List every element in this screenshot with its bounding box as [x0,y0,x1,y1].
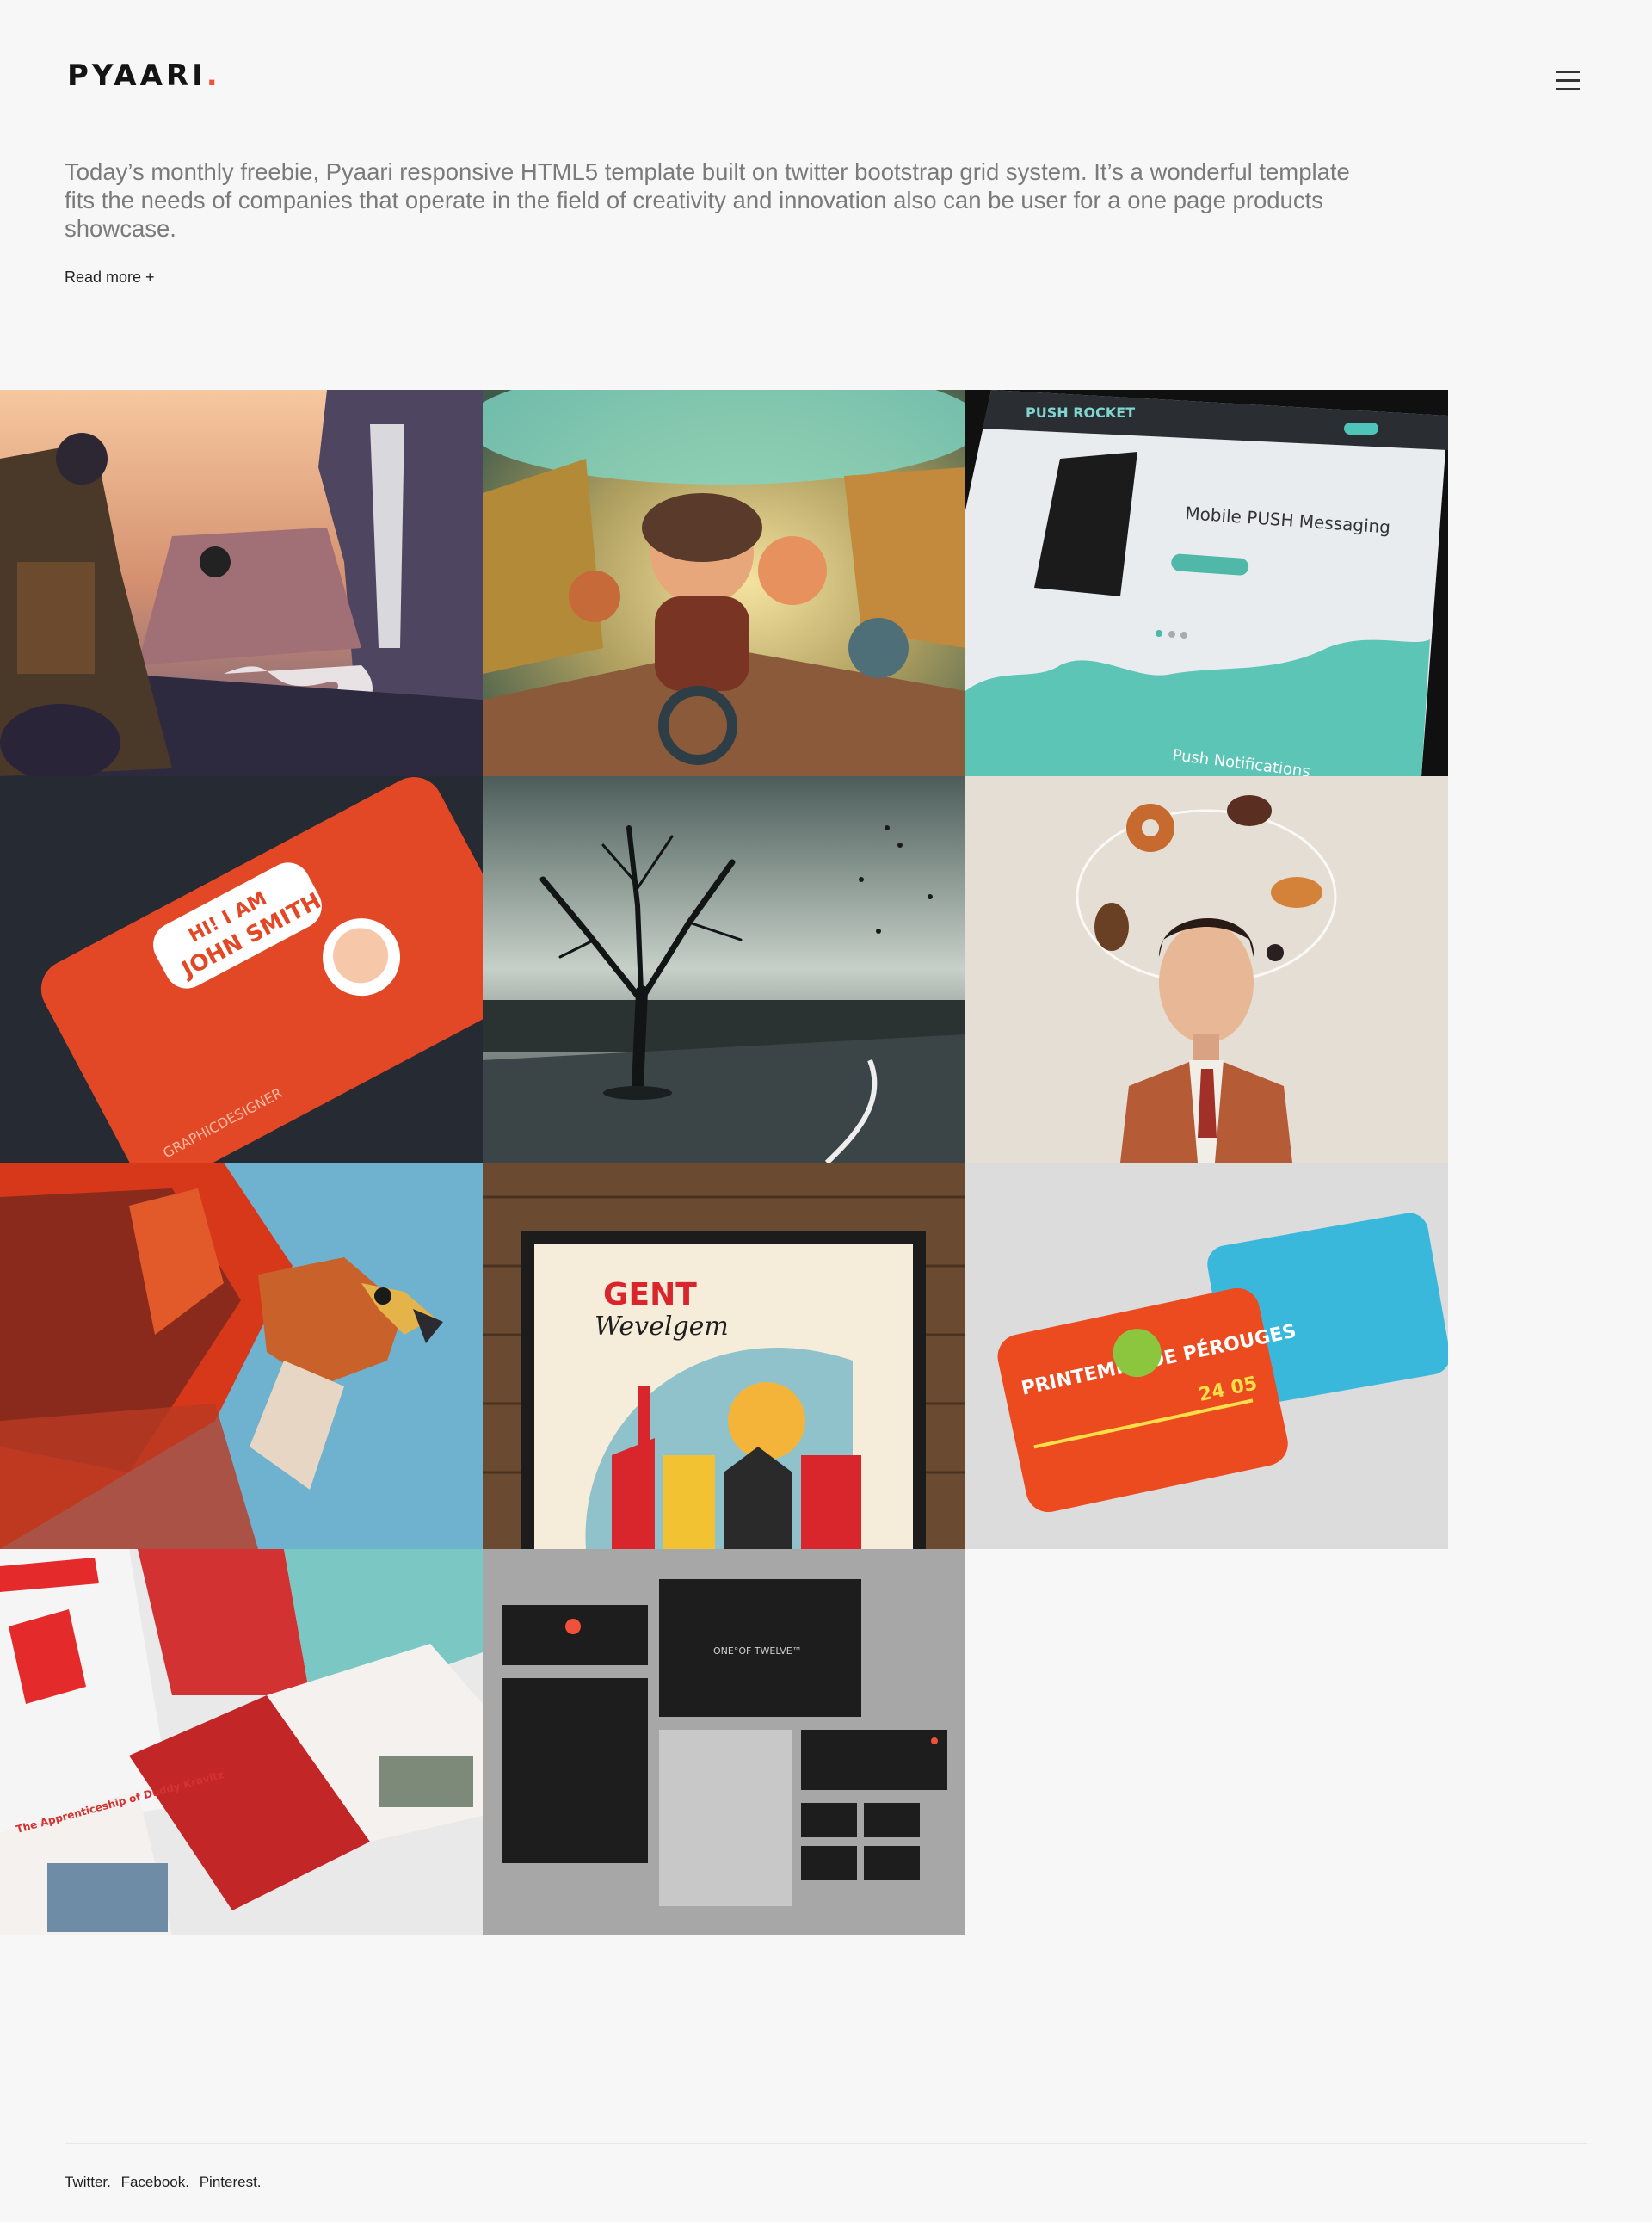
falcon-image [0,1163,483,1549]
logo-dot: . [206,59,221,93]
read-more-link[interactable]: Read more + [65,268,155,287]
footer-link-pinterest[interactable]: Pinterest. [200,2174,262,2190]
printemps-coasters-image: PRINTEMPS DE PÉROUGES 24 05 [965,1163,1448,1549]
intro-text: Today’s monthly freebie, Pyaari responsi… [65,158,1350,242]
logo[interactable]: PYAARI. [67,59,221,93]
man-juggling-image [965,776,1448,1163]
gallery-item-falcon[interactable] [0,1163,483,1549]
gallery-item-hiker-canyon[interactable] [0,390,483,776]
footer-link-twitter[interactable]: Twitter. [65,2174,111,2190]
brochure-image: The Apprenticeship of Duddy Kravitz [0,1549,483,1935]
poster-subtitle: Wevelgem [595,1312,729,1342]
gallery-item-one-of-twelve[interactable]: ONE°OF TWELVE™ [483,1549,965,1935]
gallery-item-push-rocket[interactable]: PUSH ROCKET Mobile PUSH Messaging Push N… [965,390,1448,776]
portfolio-gallery: PUSH ROCKET Mobile PUSH Messaging Push N… [0,390,1448,1935]
footer-link-facebook[interactable]: Facebook. [121,2174,189,2190]
push-rocket-image: PUSH ROCKET Mobile PUSH Messaging Push N… [965,390,1448,776]
hiker-canyon-image [0,390,483,776]
gallery-item-brochure[interactable]: The Apprenticeship of Duddy Kravitz [0,1549,483,1935]
site-header: PYAARI. [0,0,1652,164]
gallery-item-john-smith-card[interactable]: HI! I AM JOHN SMITH GRAPHICDESIGNER [0,776,483,1163]
gallery-item-bike-kids[interactable] [483,390,965,776]
gallery-item-printemps-coasters[interactable]: PRINTEMPS DE PÉROUGES 24 05 [965,1163,1448,1549]
one-of-twelve-brand: ONE°OF TWELVE™ [713,1645,802,1657]
poster-title: GENT [603,1277,697,1312]
site-footer: Twitter. Facebook. Pinterest. [65,2174,268,2191]
bare-tree-image [483,776,965,1163]
gallery-item-bare-tree-road[interactable] [483,776,965,1163]
one-of-twelve-image: ONE°OF TWELVE™ [483,1549,965,1935]
gallery-item-gent-wevelgem[interactable]: GENT Wevelgem [483,1163,965,1549]
gent-wevelgem-image: GENT Wevelgem [483,1163,965,1549]
logo-text: PYAARI [67,59,206,93]
push-rocket-brand: PUSH ROCKET [1026,404,1135,421]
hamburger-menu-icon[interactable] [1556,69,1581,91]
footer-divider [65,2143,1587,2144]
bike-kids-image [483,390,965,776]
john-smith-card-image: HI! I AM JOHN SMITH GRAPHICDESIGNER [0,776,483,1163]
gallery-item-man-juggling[interactable] [965,776,1448,1163]
